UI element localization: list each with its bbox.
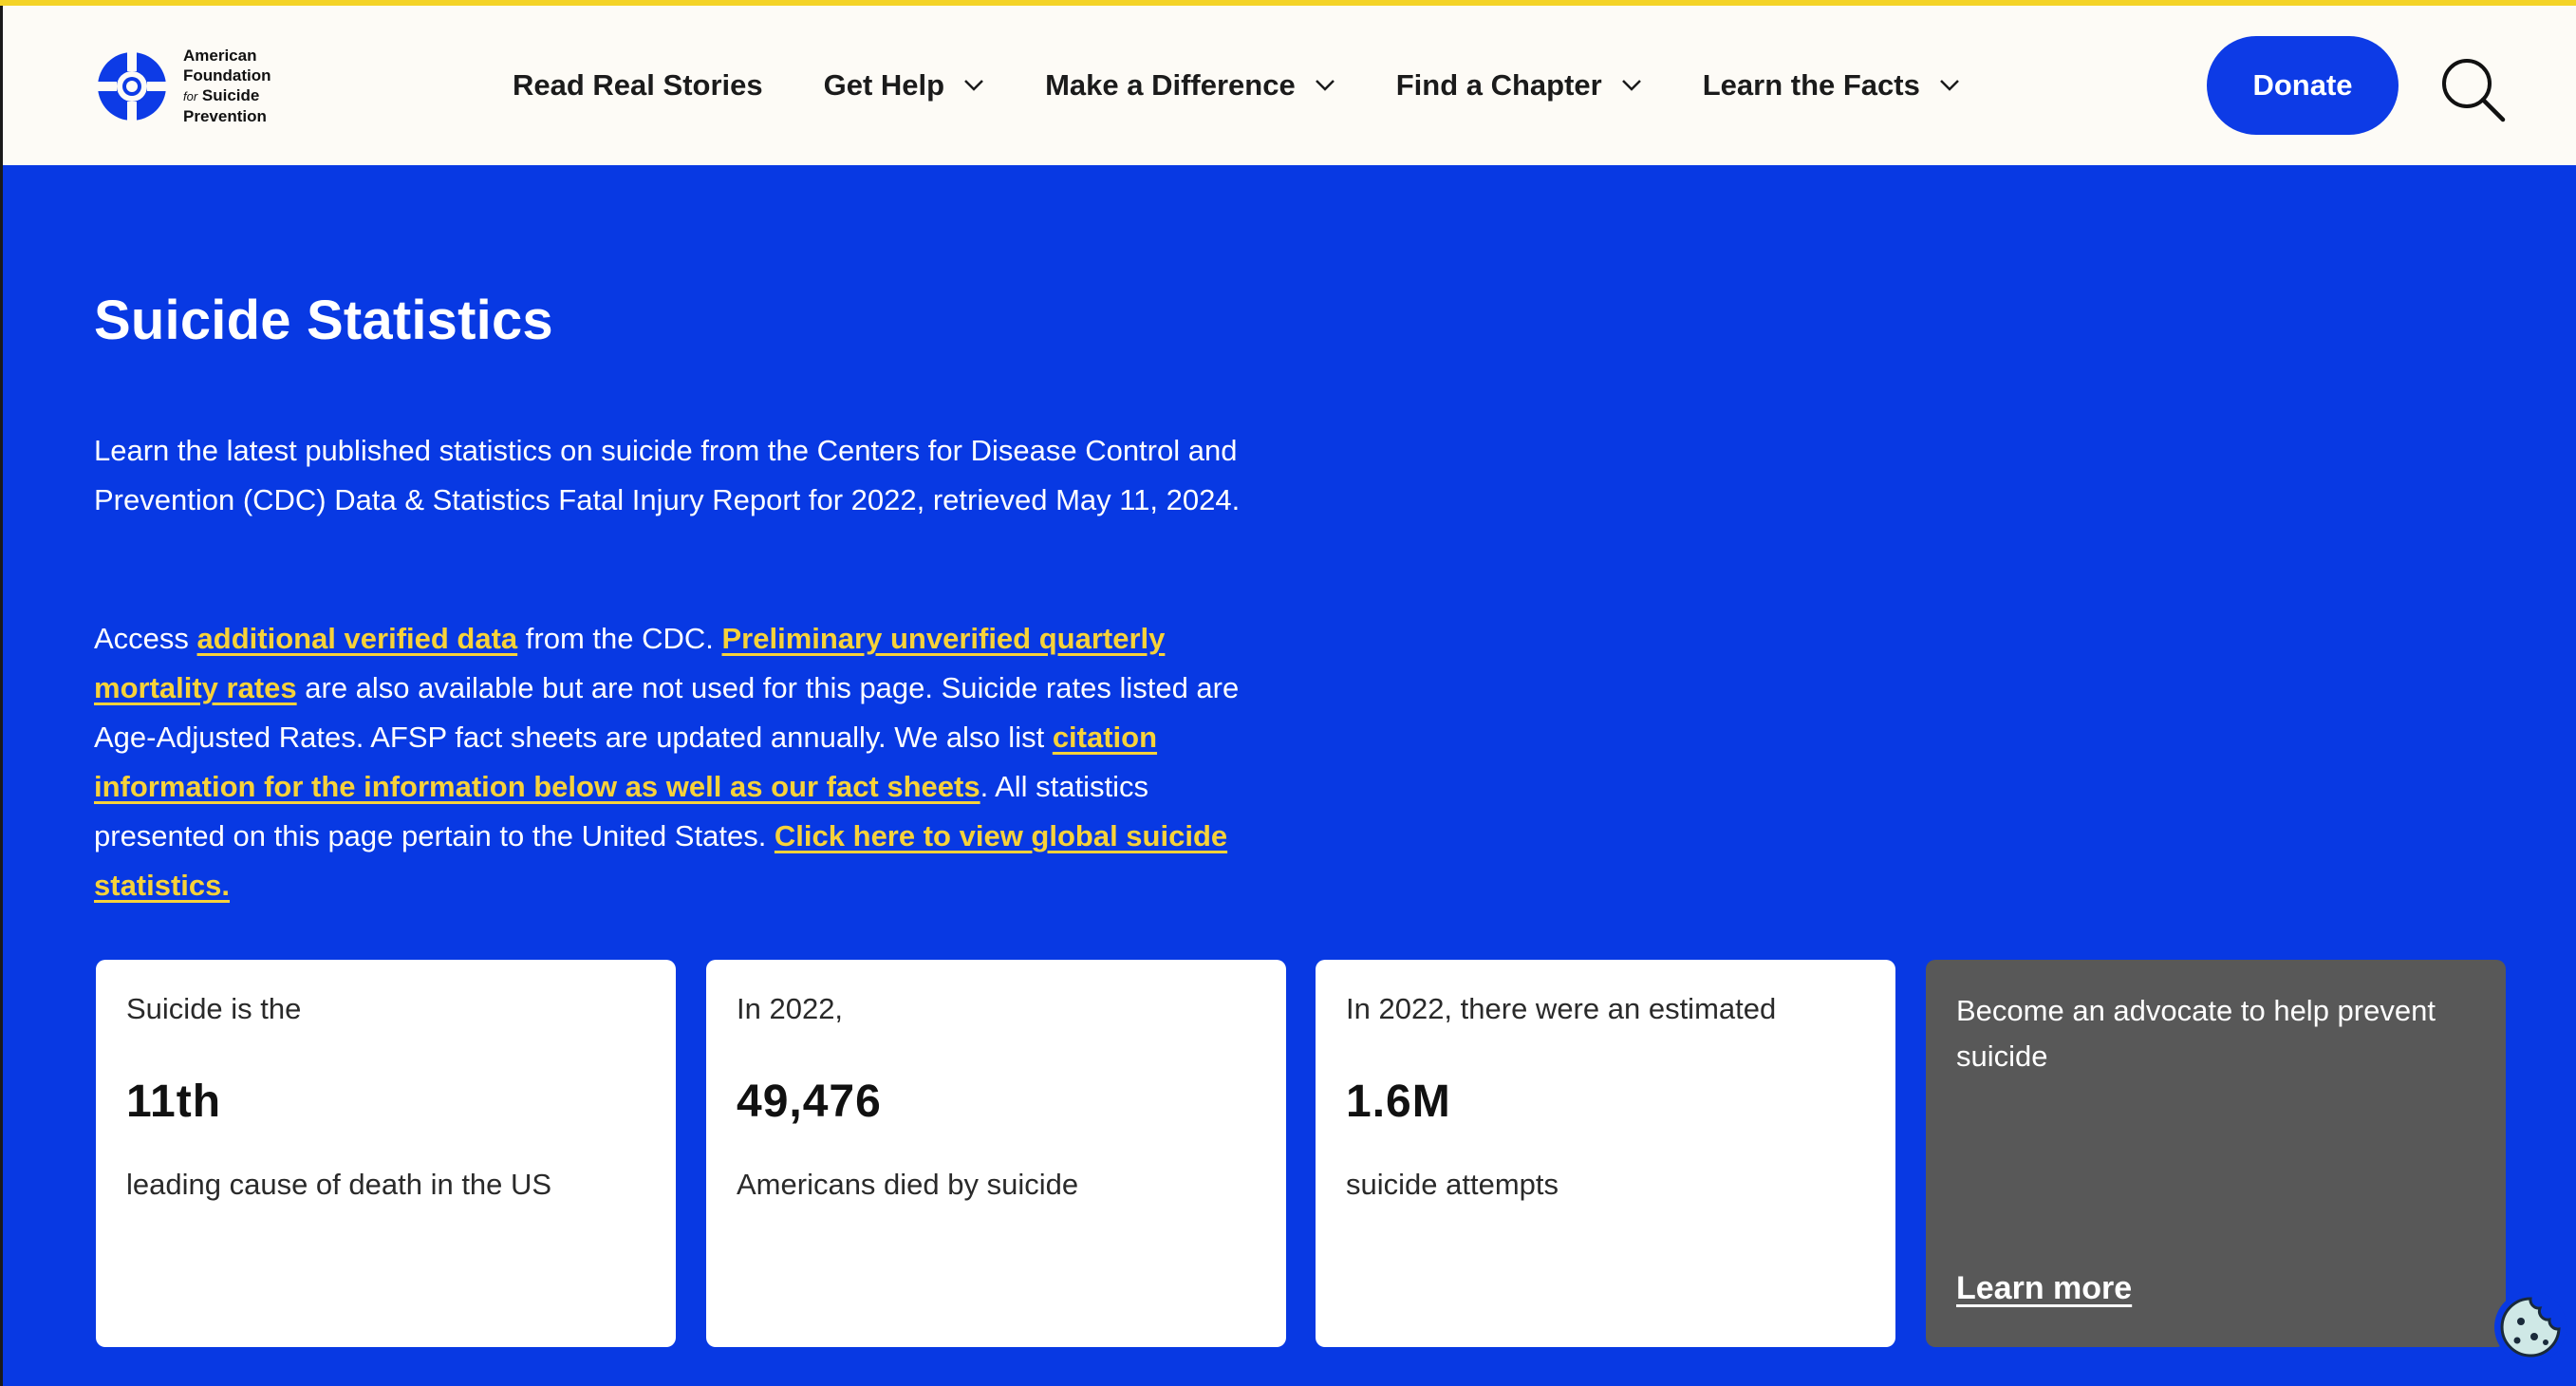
stat-lead: Suicide is the: [126, 992, 302, 1025]
advocate-lead: Become an advocate to help prevent suici…: [1956, 994, 2436, 1073]
stat-lead: In 2022, there were an estimated: [1346, 992, 1777, 1025]
logo-wordmark: American Foundation for Suicide Preventi…: [183, 46, 271, 126]
learn-more-link[interactable]: Learn more: [1956, 1270, 2132, 1307]
logo-line-3: for Suicide: [183, 85, 271, 106]
chevron-down-icon: [1621, 80, 1641, 91]
stat-description: Americans died by suicide: [737, 1168, 1079, 1201]
nav-get-help[interactable]: Get Help: [824, 68, 984, 103]
nav-label: Learn the Facts: [1702, 68, 1920, 102]
main-nav: Read Real Stories Get Help Make a Differ…: [513, 6, 2021, 165]
nav-read-real-stories[interactable]: Read Real Stories: [513, 68, 763, 103]
afsp-logo[interactable]: American Foundation for Suicide Preventi…: [94, 46, 271, 126]
page-title: Suicide Statistics: [94, 290, 553, 351]
site-header: American Foundation for Suicide Preventi…: [0, 6, 2576, 165]
stat-card-deaths: In 2022, 49,476 Americans died by suicid…: [706, 960, 1286, 1347]
access-text-2: from the CDC.: [517, 622, 722, 655]
nav-learn-the-facts[interactable]: Learn the Facts: [1703, 68, 1960, 103]
stat-card-leading-cause: Suicide is the 11th leading cause of dea…: [96, 960, 676, 1347]
nav-find-a-chapter[interactable]: Find a Chapter: [1396, 68, 1642, 103]
stat-description: suicide attempts: [1346, 1168, 1559, 1201]
stat-description: leading cause of death in the US: [126, 1168, 552, 1201]
access-paragraph: Access additional verified data from the…: [94, 614, 1271, 910]
nav-label: Get Help: [823, 68, 945, 102]
chevron-down-icon: [1939, 80, 1959, 91]
chevron-down-icon: [964, 80, 983, 91]
hero-section: Suicide Statistics Learn the latest publ…: [0, 165, 2576, 1386]
logo-line-4: Prevention: [183, 107, 267, 125]
stat-card-attempts: In 2022, there were an estimated 1.6M su…: [1316, 960, 1895, 1347]
nav-make-a-difference[interactable]: Make a Difference: [1045, 68, 1335, 103]
stat-value: 1.6M: [1346, 1077, 1451, 1127]
logo-line-3-small: for: [183, 89, 198, 103]
logo-line-3-main: Suicide: [201, 86, 260, 104]
lifebuoy-logo-icon: [98, 51, 166, 121]
advocate-card: Become an advocate to help prevent suici…: [1926, 960, 2506, 1347]
logo-line-2: Foundation: [183, 66, 271, 84]
intro-paragraph: Learn the latest published statistics on…: [94, 434, 1241, 516]
nav-label: Make a Difference: [1045, 68, 1296, 102]
stat-value: 11th: [126, 1077, 222, 1127]
search-icon[interactable]: [2438, 55, 2507, 123]
logo-line-1: American: [183, 47, 257, 65]
nav-label: Find a Chapter: [1395, 68, 1602, 102]
access-text-1: Access: [94, 622, 197, 655]
stat-value: 49,476: [737, 1077, 882, 1127]
chevron-down-icon: [1315, 80, 1335, 91]
cookie-icon[interactable]: [2492, 1289, 2568, 1365]
donate-button[interactable]: Donate: [2207, 36, 2399, 135]
nav-label: Read Real Stories: [513, 68, 763, 102]
additional-verified-data-link[interactable]: additional verified data: [197, 622, 518, 655]
stat-lead: In 2022,: [737, 992, 844, 1025]
